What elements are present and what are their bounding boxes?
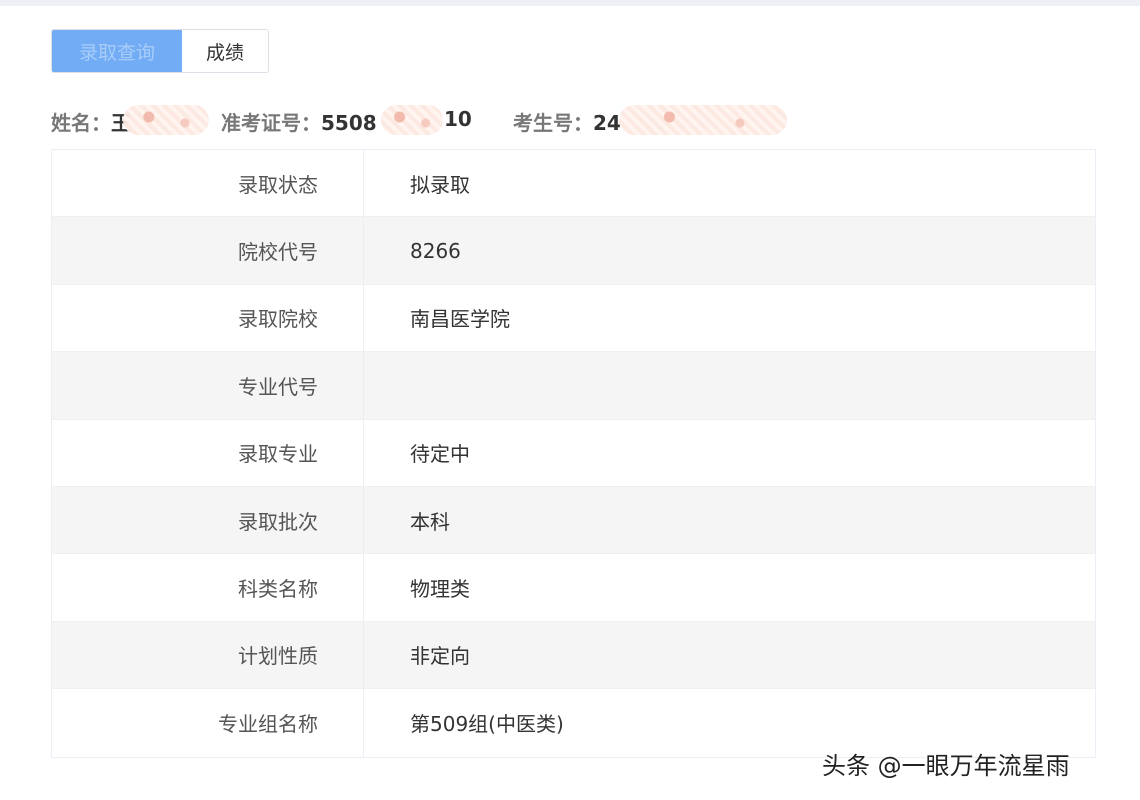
row-label: 计划性质: [52, 621, 364, 689]
table-row: 录取院校 南昌医学院: [52, 284, 1095, 353]
row-value: 第509组(中医类): [410, 712, 564, 737]
row-value: 非定向: [410, 644, 470, 669]
ticket-number-suffix: 10: [444, 107, 472, 131]
table-row: 录取状态 拟录取: [52, 150, 1095, 218]
top-strip: [0, 0, 1140, 6]
row-value: 南昌医学院: [410, 307, 510, 332]
ticket-number-end: 10: [444, 107, 472, 131]
table-row: 专业代号: [52, 352, 1095, 420]
ticket-number-label: 准考证号：: [221, 111, 321, 135]
ticket-number-value: 5508: [321, 111, 377, 135]
exam-number-value: 24: [593, 111, 621, 135]
row-value: 本科: [410, 509, 450, 534]
table-row: 计划性质 非定向: [52, 621, 1095, 690]
row-value: 拟录取: [410, 172, 470, 197]
exam-number-label: 考生号：: [513, 111, 593, 135]
table-row: 科类名称 物理类: [52, 554, 1095, 622]
row-label: 专业代号: [52, 352, 364, 419]
row-label: 录取状态: [52, 150, 364, 217]
row-value: 待定中: [410, 442, 470, 467]
row-label: 录取批次: [52, 486, 364, 554]
name-label: 姓名：: [51, 111, 111, 135]
tab-admission[interactable]: 录取查询: [52, 30, 182, 72]
table-row: 录取专业 待定中: [52, 419, 1095, 487]
exam-number-field: 考生号：24: [513, 107, 621, 136]
tab-scores[interactable]: 成绩: [182, 30, 268, 72]
tab-group: 录取查询 成绩: [51, 29, 269, 73]
watermark: 头条 @一眼万年流星雨: [822, 752, 1070, 780]
row-label: 科类名称: [52, 554, 364, 621]
exam-redaction-sticker: [619, 105, 787, 135]
candidate-info-bar: 姓名：王 准考证号：5508 10 考生号：24: [51, 103, 811, 137]
row-label: 院校代号: [52, 217, 364, 284]
table-row: 录取批次 本科: [52, 486, 1095, 555]
name-redaction-sticker: [123, 105, 209, 135]
row-value: 物理类: [410, 577, 470, 602]
name-field: 姓名：王: [51, 107, 131, 136]
row-value: 8266: [410, 238, 461, 263]
row-label: 专业组名称: [52, 689, 364, 757]
ticket-redaction-sticker: [381, 105, 443, 135]
row-label: 录取专业: [52, 419, 364, 486]
row-label: 录取院校: [52, 284, 364, 352]
admission-result-table: 录取状态 拟录取 院校代号 8266 录取院校 南昌医学院 专业代号 录取专业 …: [51, 149, 1096, 758]
ticket-number-field: 准考证号：5508: [221, 107, 377, 136]
table-row: 院校代号 8266: [52, 217, 1095, 285]
